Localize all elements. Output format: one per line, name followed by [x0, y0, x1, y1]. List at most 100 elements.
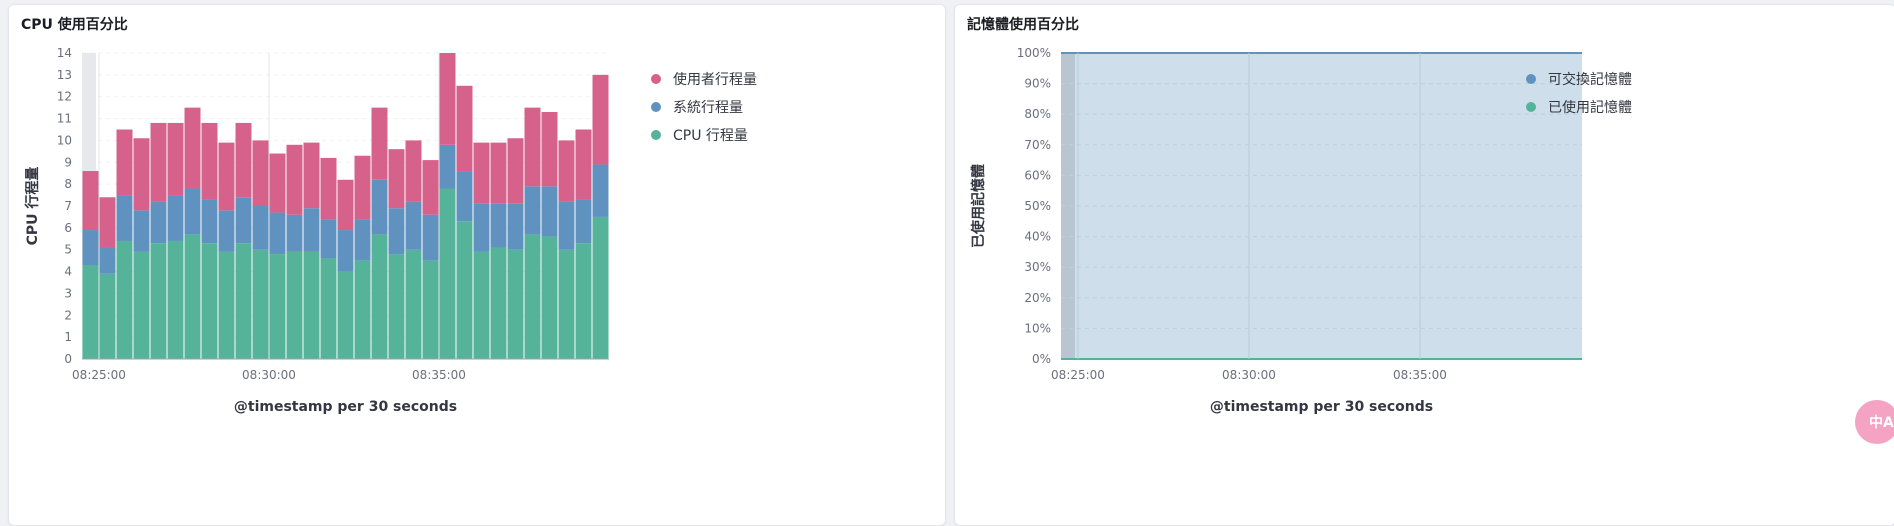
bar-segment [167, 122, 184, 196]
bar-segment [405, 140, 422, 202]
bar-segment [473, 203, 490, 252]
x-axis-title: @timestamp per 30 seconds [1210, 399, 1433, 415]
bar-segment [524, 234, 541, 359]
bar-segment [507, 203, 524, 250]
bar-segment [439, 144, 456, 189]
bar-segment [354, 155, 371, 220]
bar-segment [201, 122, 218, 200]
bar-segment [286, 214, 303, 252]
bar-segment [575, 199, 592, 244]
y-tick-label: 50% [1024, 199, 1051, 213]
bar-segment [592, 216, 609, 359]
y-tick-label: 20% [1024, 291, 1051, 305]
bar-segment [269, 153, 286, 213]
bar-segment [507, 138, 524, 204]
y-tick-label: 60% [1024, 168, 1051, 182]
translate-icon[interactable]: 中A [1855, 400, 1894, 444]
x-tick-label: 08:25:00 [1051, 368, 1105, 382]
bar-segment [422, 214, 439, 261]
y-axis-title: 已使用記憶體 [970, 164, 987, 248]
legend-item[interactable]: CPU 行程量 [651, 121, 757, 149]
bar-segment [133, 138, 150, 211]
bar-segment [388, 208, 405, 255]
bar-segment [218, 210, 235, 252]
bar-segment [490, 142, 507, 204]
legend-dot-icon [651, 74, 661, 84]
bar-segment [184, 188, 201, 235]
x-tick-label: 08:25:00 [72, 368, 126, 382]
bar-segment [133, 210, 150, 252]
bar-segment [116, 129, 133, 196]
bar-segment [439, 188, 456, 359]
bar-segment [371, 179, 388, 235]
bar-segment [252, 206, 269, 250]
bar-segment [82, 171, 99, 231]
cpu-chart: 0123456789101112131408:25:00 08:30:00 08:3… [24, 46, 609, 415]
y-tick-label: 12 [57, 90, 72, 104]
x-tick-label: 08:30:00 [1222, 368, 1276, 382]
bar-segment [405, 249, 422, 359]
bar-segment [235, 243, 252, 359]
bar-segment [286, 251, 303, 359]
legend-label: 使用者行程量 [673, 72, 757, 88]
bar-segment [388, 254, 405, 359]
bar-segment [116, 195, 133, 241]
legend-item[interactable]: 已使用記憶體 [1526, 93, 1632, 121]
y-tick-label: 14 [57, 46, 72, 60]
legend-label: 系統行程量 [673, 100, 743, 116]
memory-chart: 0% 10% 20% 30% 40% 50% 60% 70% 80% 90% 100% 08:25:0… [970, 46, 1582, 415]
bar-segment [201, 243, 218, 359]
bar-segment [252, 140, 269, 206]
bar-segment [422, 260, 439, 359]
legend-label: CPU 行程量 [673, 128, 748, 144]
y-tick-label: 10 [57, 133, 72, 147]
bar-segment [592, 74, 609, 165]
bar-segment [303, 142, 320, 209]
y-tick-label: 70% [1024, 138, 1051, 152]
bar-segment [490, 247, 507, 359]
bar-segment [541, 112, 558, 187]
y-tick-label: 0% [1032, 352, 1051, 366]
bar-segment [371, 107, 388, 180]
bar-segment [473, 142, 490, 204]
bar-segment [422, 160, 439, 215]
y-tick-label: 6 [64, 221, 72, 235]
bar-segment [150, 201, 167, 244]
memory-usage-panel: 記憶體使用百分比 0% 10% 20% 30% 40% 50% 60% 70% 80% 90% 10… [954, 4, 1894, 526]
bar-segment [575, 129, 592, 200]
bar-segment [405, 201, 422, 250]
y-tick-label: 4 [64, 265, 72, 279]
bar-segment [388, 149, 405, 209]
legend-item[interactable]: 系統行程量 [651, 93, 757, 121]
x-tick-label: 08:30:00 [242, 368, 296, 382]
bar-segment [218, 142, 235, 211]
bar-segment [558, 201, 575, 250]
bar-segment [303, 208, 320, 252]
legend-dot-icon [651, 130, 661, 140]
bar-segment [99, 197, 116, 248]
legend-dot-icon [651, 102, 661, 112]
y-tick-label: 0 [64, 352, 72, 366]
y-tick-label: 30% [1024, 260, 1051, 274]
y-tick-label: 2 [64, 308, 72, 322]
y-tick-label: 13 [57, 68, 72, 82]
bar-segment [371, 234, 388, 359]
x-tick-label: 08:35:00 [412, 368, 466, 382]
bar-segment [524, 107, 541, 187]
bar-segment [473, 251, 490, 359]
bar-segment [456, 85, 473, 172]
bar-segment [541, 186, 558, 237]
bar-segment [133, 251, 150, 359]
bar-segment [354, 260, 371, 359]
bar-segment [235, 197, 252, 244]
bar-segment [150, 243, 167, 359]
bar-segment [592, 164, 609, 217]
bar-segment [218, 251, 235, 359]
legend-item[interactable]: 可交換記憶體 [1526, 65, 1632, 93]
bar-segment [439, 53, 456, 145]
bar-segment [99, 273, 116, 359]
bar-segment [201, 199, 218, 244]
y-axis-title: CPU 行程量 [24, 167, 41, 246]
bar-segment [82, 230, 99, 266]
legend-item[interactable]: 使用者行程量 [651, 65, 757, 93]
